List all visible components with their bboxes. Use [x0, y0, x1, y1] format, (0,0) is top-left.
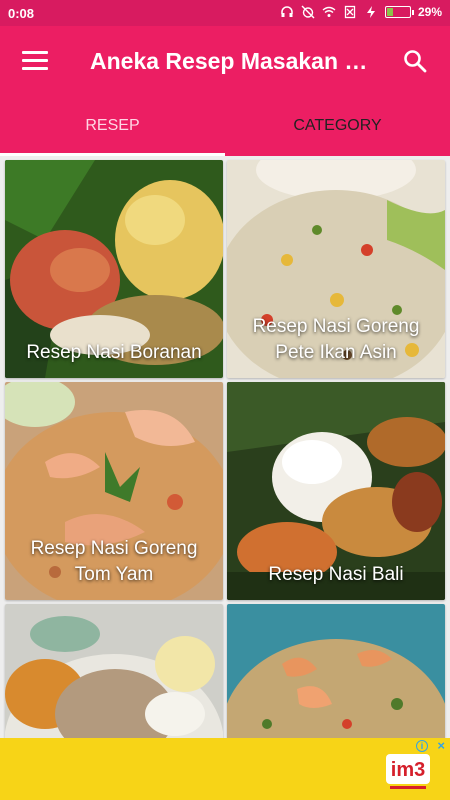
- im3-logo: im3: [386, 754, 430, 789]
- hamburger-menu-icon[interactable]: [22, 51, 48, 71]
- status-bar: 0:08 29%: [0, 0, 450, 26]
- recipe-grid: Resep Nasi Boranan Resep Nasi Goreng Pet…: [0, 156, 450, 738]
- app-bar: Aneka Resep Masakan Nasi: [0, 26, 450, 100]
- recipe-thumbnail: [227, 604, 445, 738]
- tab-bar: RESEP CATEGORY: [0, 100, 450, 156]
- ad-close-icon[interactable]: ×: [437, 738, 445, 753]
- status-time: 0:08: [8, 6, 35, 21]
- app-title: Aneka Resep Masakan Nasi: [90, 48, 370, 74]
- tab-category[interactable]: CATEGORY: [225, 100, 450, 156]
- recipe-card[interactable]: [227, 604, 445, 738]
- recipe-title: Resep Nasi Bali: [268, 564, 404, 585]
- recipe-card[interactable]: Resep Nasi Bali: [227, 382, 445, 600]
- recipe-title: Resep Nasi Goreng Pete Ikan Asin: [252, 316, 420, 363]
- charging-icon: [366, 6, 375, 18]
- recipe-card[interactable]: Resep Nasi Boranan: [5, 160, 223, 378]
- svg-text:im3: im3: [391, 759, 425, 781]
- no-sim-icon: [344, 5, 356, 19]
- headset-icon: [281, 6, 293, 17]
- recipe-thumbnail: [5, 604, 223, 738]
- battery-icon: [384, 6, 414, 18]
- recipe-card[interactable]: [5, 604, 223, 738]
- recipe-title: Resep Nasi Goreng Tom Yam: [30, 538, 198, 585]
- alarm-off-icon: [301, 5, 315, 19]
- battery-percent: 29%: [417, 5, 442, 19]
- recipe-card[interactable]: Resep Nasi Goreng Pete Ikan Asin: [227, 160, 445, 378]
- status-icons: 29%: [280, 5, 442, 19]
- tab-resep[interactable]: RESEP: [0, 100, 225, 156]
- recipe-title: Resep Nasi Boranan: [26, 342, 202, 363]
- search-icon[interactable]: [402, 48, 428, 74]
- recipe-card[interactable]: Resep Nasi Goreng Tom Yam: [5, 382, 223, 600]
- ad-banner[interactable]: im3 i ×: [0, 738, 450, 800]
- ad-info-icon[interactable]: i: [416, 740, 428, 752]
- wifi-icon: [322, 6, 336, 17]
